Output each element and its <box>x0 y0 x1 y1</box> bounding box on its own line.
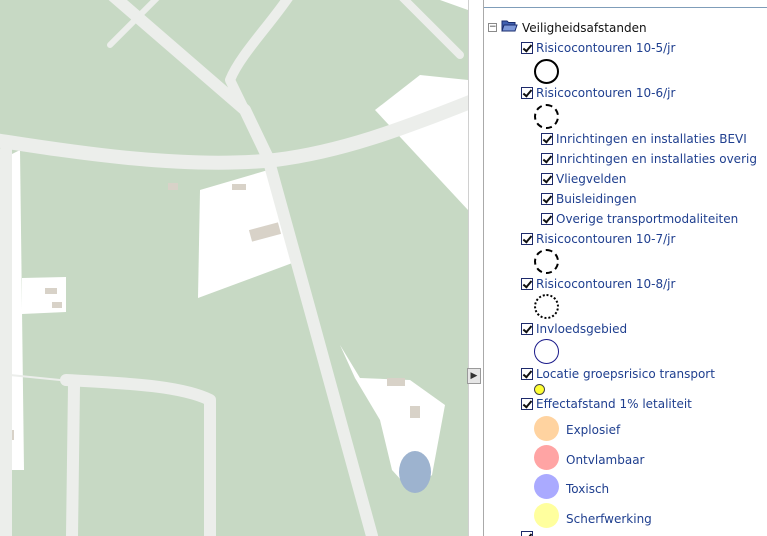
effect-class-label: Scherfwerking <box>566 512 652 526</box>
dashed-circle-icon <box>534 249 559 274</box>
layer-checkbox[interactable] <box>521 531 533 536</box>
clearing-area <box>22 277 66 314</box>
layer-checkbox[interactable] <box>541 173 553 185</box>
effect-class-label: Toxisch <box>566 482 610 496</box>
layer-label: Buisleidingen <box>556 192 637 206</box>
layer-label: Inrichtingen en installaties overig <box>556 152 757 166</box>
layer-checkbox[interactable] <box>521 368 533 380</box>
layer-label: Risicocontouren 10-7/jr <box>536 232 676 246</box>
yellow-dot-icon <box>534 384 545 395</box>
map-road <box>66 379 80 536</box>
water-body <box>399 451 431 493</box>
layer-checkbox[interactable] <box>521 87 533 99</box>
scherfwerking-swatch-icon <box>534 503 559 528</box>
dashed-circle-icon <box>534 104 559 129</box>
legend-panel: − Veiligheidsafstanden Risicocontouren 1… <box>483 0 767 536</box>
effect-class-label: Ontvlambaar <box>566 453 645 467</box>
tree-collapse-toggle[interactable]: − <box>488 23 497 32</box>
legend-search-box[interactable] <box>484 0 767 8</box>
layer-checkbox[interactable] <box>521 233 533 245</box>
layer-checkbox[interactable] <box>521 323 533 335</box>
map-view[interactable] <box>0 0 468 536</box>
building <box>52 302 62 308</box>
building <box>410 406 420 418</box>
effect-class-label: Explosief <box>566 423 621 437</box>
building <box>168 183 178 190</box>
map-canvas[interactable] <box>0 0 468 536</box>
ontvlambaar-swatch-icon <box>534 445 559 470</box>
layer-label: Effectafstand 1% letaliteit <box>536 397 692 411</box>
layer-label: Inrichtingen en installaties BEVI <box>556 132 747 146</box>
blue-circle-icon <box>534 339 559 364</box>
panel-splitter[interactable] <box>468 0 484 536</box>
layer-label: Risicocontouren 10-6/jr <box>536 86 676 100</box>
layer-label: Locatie groepsrisico transport <box>536 367 715 381</box>
layer-label: Risicocontouren 10-5/jr <box>536 41 676 55</box>
layer-checkbox[interactable] <box>521 42 533 54</box>
building <box>45 288 57 294</box>
layer-label: Risicocontouren 10-8/jr <box>536 277 676 291</box>
building <box>232 184 246 190</box>
toxisch-swatch-icon <box>534 474 559 499</box>
layer-checkbox[interactable] <box>521 398 533 410</box>
solid-circle-icon <box>534 59 559 84</box>
legend-root-label: Veiligheidsafstanden <box>522 21 647 35</box>
building <box>387 378 405 386</box>
explosief-swatch-icon <box>534 416 559 441</box>
layer-label: Invloedsgebied <box>536 322 628 336</box>
layer-label: Vliegvelden <box>556 172 627 186</box>
layer-checkbox[interactable] <box>541 153 553 165</box>
folder-icon <box>501 20 518 32</box>
layer-label: Overige transportmodaliteiten <box>556 212 739 226</box>
dotted-circle-icon <box>534 294 559 319</box>
layer-checkbox[interactable] <box>541 213 553 225</box>
layer-checkbox[interactable] <box>541 193 553 205</box>
layer-checkbox[interactable] <box>521 278 533 290</box>
collapse-panel-button[interactable]: ▶ <box>467 368 481 384</box>
layer-checkbox[interactable] <box>541 133 553 145</box>
